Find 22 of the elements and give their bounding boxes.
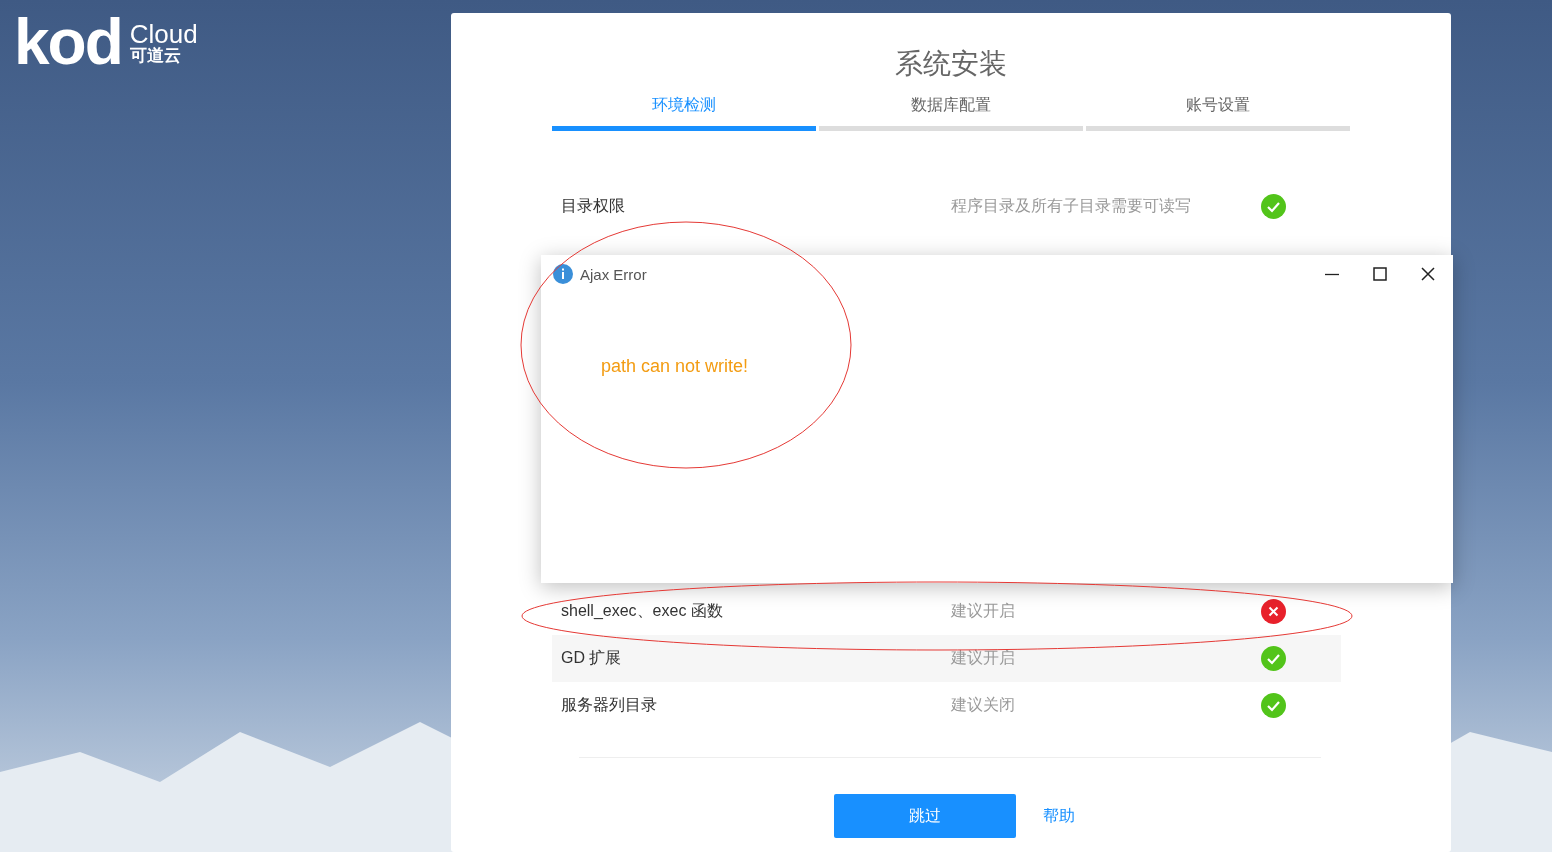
step-tab[interactable]: 数据库配置	[819, 95, 1083, 131]
dialog-title: Ajax Error	[580, 265, 648, 283]
error-message: path can not write!	[601, 356, 750, 377]
maximize-icon[interactable]	[1373, 267, 1387, 281]
check-name: 服务器列目录	[561, 695, 658, 715]
help-link[interactable]: 帮助	[1043, 805, 1075, 827]
check-requirement: 建议开启	[951, 601, 1016, 621]
info-icon	[553, 264, 573, 284]
check-name: 目录权限	[561, 196, 626, 216]
logo-product: Cloud	[129, 20, 198, 47]
step-tab[interactable]: 账号设置	[1086, 95, 1350, 131]
skip-button[interactable]: 跳过	[834, 794, 1016, 838]
check-name: GD 扩展	[561, 648, 623, 668]
check-name: shell_exec、exec 函数	[561, 601, 724, 621]
check-requirement: 建议关闭	[951, 695, 1016, 715]
page-title: 系统安装	[894, 47, 1008, 81]
logo-text: kod	[14, 10, 122, 74]
step-tab[interactable]: 环境检测	[552, 95, 816, 131]
check-requirement: 建议开启	[951, 648, 1016, 668]
close-icon[interactable]	[1421, 267, 1435, 281]
check-requirement: 程序目录及所有子目录需要可读写	[951, 196, 1192, 216]
logo-tagline: 可道云	[129, 46, 182, 64]
